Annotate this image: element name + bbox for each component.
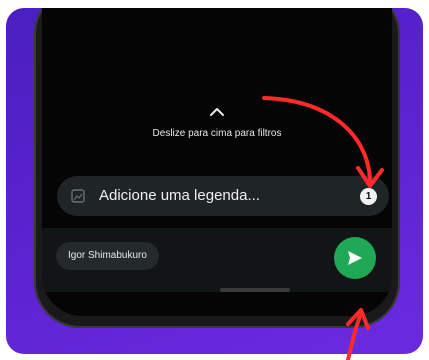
annotation-arrow-bottom — [346, 308, 370, 360]
